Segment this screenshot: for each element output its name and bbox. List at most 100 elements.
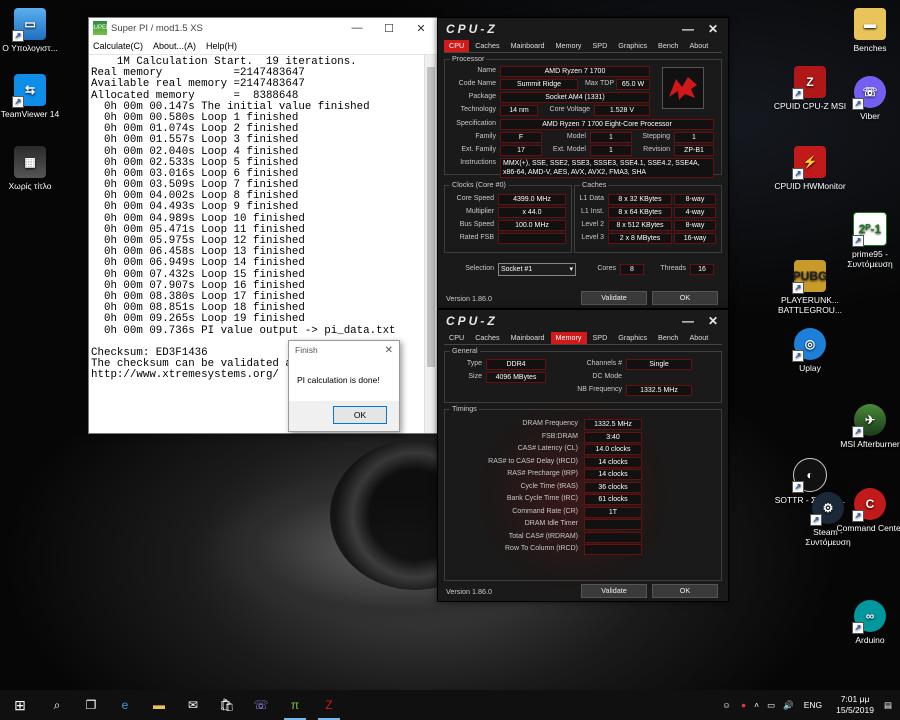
ok-button[interactable]: OK [333,406,387,424]
finish-title: Finish [295,345,318,355]
task-view-button[interactable]: ❐ [74,690,108,720]
desktop-icon-afterburner[interactable]: ✈ ↗ MSI Afterburner [832,404,900,449]
minimize-button[interactable]: — [341,22,373,35]
output-line: 0h 00m 09.736s PI value output -> pi_dat… [91,324,396,337]
tab-caches[interactable]: Caches [470,40,504,52]
close-button[interactable]: ✕ [708,314,718,328]
prime95-icon: 2ᴾ-1 ↗ [852,212,887,247]
scrollbar-thumb[interactable] [427,67,435,367]
l1i-label: L1 Inst. [581,208,604,215]
viber-icon: ☏ ↗ [852,76,886,110]
close-icon[interactable]: ✕ [385,345,393,356]
timing-value [584,519,642,530]
desktop-icon-viber[interactable]: ☏ ↗ Viber [832,76,900,121]
size-value: 4096 MBytes [486,372,546,383]
tab-caches[interactable]: Caches [470,332,504,344]
menu-calculate[interactable]: Calculate(C) [93,41,143,51]
windows-icon: ⊞ [14,696,26,713]
cpuz-icon: Z ↗ [792,66,826,100]
cpuz-memory-window[interactable]: CPU-Z — ✕ CPU Caches Mainboard Memory SPD… [437,309,729,602]
taskbar-explorer[interactable]: ▬ [142,690,176,720]
cpuz-tabs: CPU Caches Mainboard Memory SPD Graphics… [438,40,728,52]
l3-label: Level 3 [581,234,604,241]
timing-label: Bank Cycle Time (tRC) [506,495,578,502]
taskbar-mail[interactable]: ✉ [176,690,210,720]
tab-memory[interactable]: Memory [551,40,587,52]
people-icon[interactable]: ☺ [722,700,731,710]
ratedfsb-value [498,233,566,244]
validate-button[interactable]: Validate [581,584,647,598]
timing-label: DRAM Idle Timer [524,520,578,527]
desktop-icon-uplay[interactable]: ◎ ↗ Uplay [772,328,848,373]
ok-button[interactable]: OK [652,584,718,598]
tab-spd[interactable]: SPD [588,332,613,344]
desktop-icon-benches[interactable]: ▬ Benches [832,8,900,53]
tab-memory[interactable]: Memory [550,332,587,344]
tab-bench[interactable]: Bench [653,332,683,344]
system-tray: ☺ ● ˄ ▭ 🔊 ENG 7:01 μμ 15/5/2019 ▤ [716,690,900,720]
desktop-icon-teamviewer[interactable]: ⇆ ↗ TeamViewer 14 [0,74,68,119]
finish-titlebar: Finish ✕ [289,341,399,359]
tab-about[interactable]: About [684,332,713,344]
desktop-icon-hwmonitor[interactable]: ⚡ ↗ CPUID HWMonitor [772,146,848,191]
timing-label: Total CAS# (tRDRAM) [508,532,578,540]
maximize-button[interactable]: ☐ [373,22,405,35]
command-center-icon: C ↗ [852,488,886,522]
tab-spd[interactable]: SPD [588,40,613,52]
minimize-button[interactable]: — [682,22,694,36]
cpuz-logo: CPU-Z [446,314,498,328]
validate-button[interactable]: Validate [581,291,647,305]
close-button[interactable]: ✕ [708,22,718,36]
close-button[interactable]: ✕ [405,22,437,35]
clock[interactable]: 7:01 μμ 15/5/2019 [836,694,874,716]
desktop-icon-arduino[interactable]: ∞ ↗ Arduino [832,600,900,645]
minimize-button[interactable]: — [682,314,694,328]
tab-bench[interactable]: Bench [653,40,683,52]
volume-icon[interactable]: 🔊 [783,700,794,711]
group-title: Processor [450,54,487,63]
tab-about[interactable]: About [684,40,713,52]
tab-cpu[interactable]: CPU [444,40,470,52]
tab-graphics[interactable]: Graphics [613,40,652,52]
start-button[interactable]: ⊞ [0,690,40,720]
model-value: 1 [590,132,632,143]
taskbar-store[interactable]: 🛍 [210,690,244,720]
extmodel-label: Ext. Model [552,146,586,153]
desktop-icon-command-center[interactable]: C ↗ Command Center [832,488,900,533]
notification-icon[interactable]: ▤ [884,700,892,711]
l1d-value: 8 x 32 KBytes [608,194,672,205]
taskbar-superpi[interactable]: π [278,690,312,720]
tray-antivirus-icon[interactable]: ● [741,700,746,710]
selection-dropdown[interactable]: Socket #1 ▾ [498,263,576,276]
taskbar-cpuz[interactable]: Z [312,690,346,720]
tab-graphics[interactable]: Graphics [613,332,652,344]
tab-mainboard[interactable]: Mainboard [506,40,550,52]
taskbar-edge[interactable]: e [108,690,142,720]
finish-dialog[interactable]: Finish ✕ PI calculation is done! OK [288,340,400,432]
ok-button[interactable]: OK [652,291,718,305]
menu-help[interactable]: Help(H) [206,41,237,51]
tray-expand-icon[interactable]: ˄ [754,700,759,710]
tab-mainboard[interactable]: Mainboard [506,332,550,344]
cpuz-cpu-window[interactable]: CPU-Z — ✕ CPU Caches Mainboard Memory SPD… [437,17,729,309]
cpuz-titlebar[interactable]: CPU-Z — ✕ [438,310,728,332]
timing-value: 14 clocks [584,469,642,480]
desktop-icon-pubg[interactable]: PUBG ↗ PLAYERUNK... BATTLEGROU... [772,260,848,315]
desktop-icon-untitled[interactable]: ▦ Χωρίς τίτλο [0,146,68,191]
cpuz-titlebar[interactable]: CPU-Z — ✕ [438,18,728,40]
language-indicator[interactable]: ENG [804,700,822,710]
tab-cpu[interactable]: CPU [444,332,469,344]
network-icon[interactable]: ▭ [767,700,775,711]
taskbar-viber[interactable]: ☏ [244,690,278,720]
superpi-scrollbar[interactable] [424,55,437,433]
desktop-icon-computer[interactable]: ▭ ↗ Ο Υπολογιστ... [0,8,68,53]
pubg-icon: PUBG ↗ [792,260,827,294]
search-button[interactable]: ⌕ [40,690,74,720]
l3-way-value: 16-way [674,233,716,244]
cores-value: 8 [620,264,644,275]
superpi-title: Super PI / mod1.5 XS [111,22,203,34]
cpuz-logo: CPU-Z [446,22,498,36]
image-file-icon: ▦ [14,146,46,178]
menu-about[interactable]: About...(A) [153,41,196,51]
superpi-titlebar[interactable]: SUPER Super PI / mod1.5 XS — ☐ ✕ [89,18,437,38]
